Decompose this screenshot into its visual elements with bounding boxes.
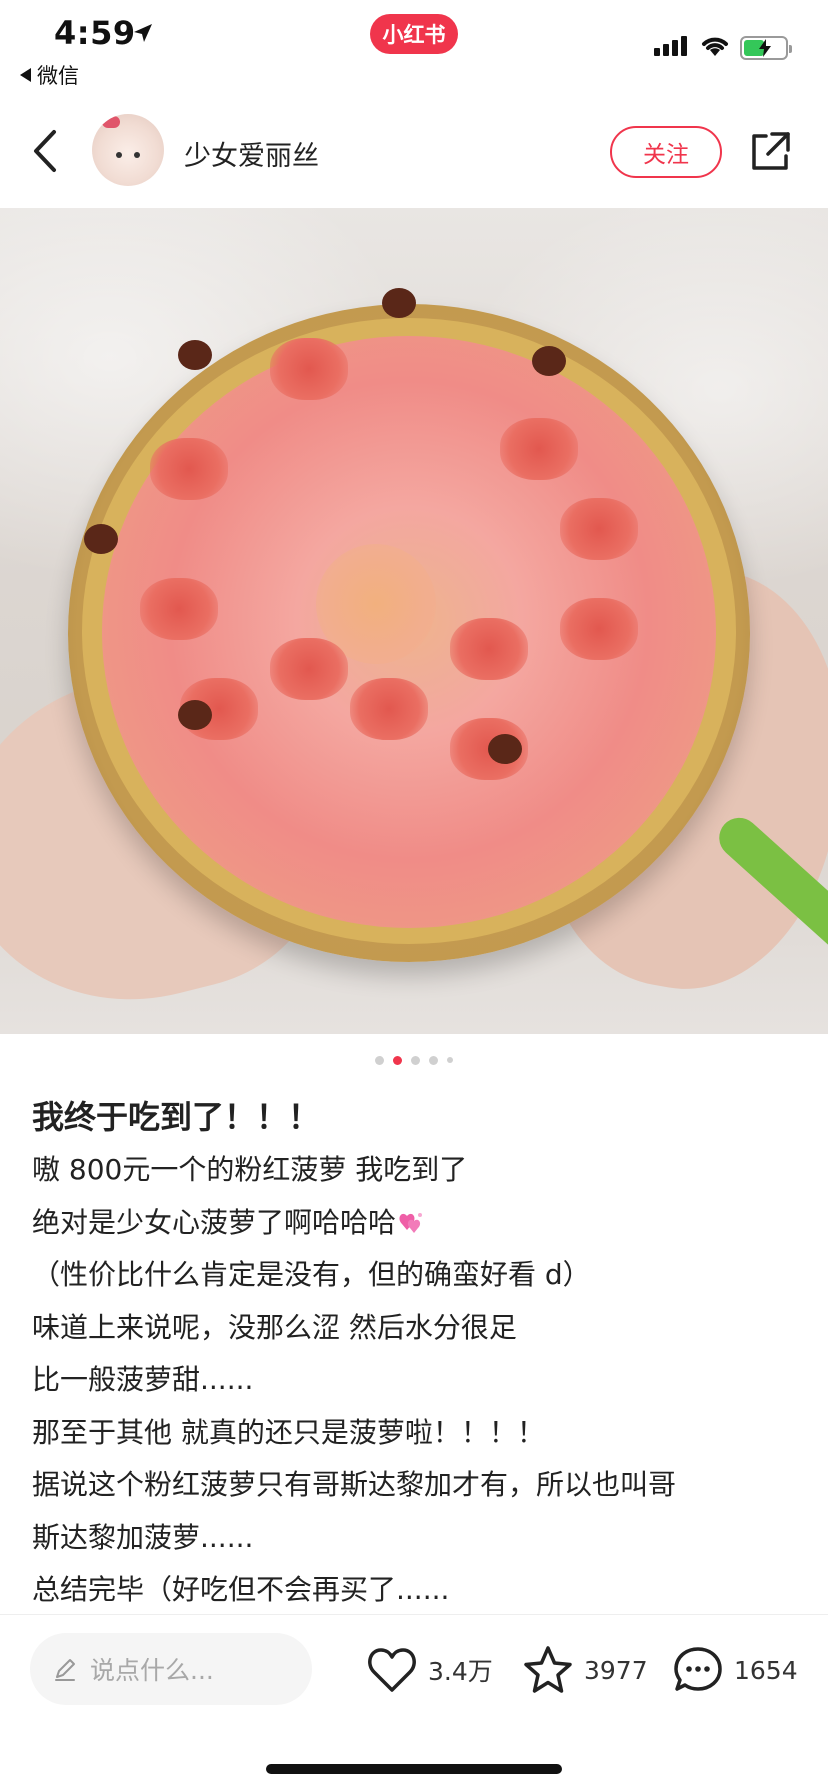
post-line: 那至于其他 就真的还只是菠萝啦！！！！ <box>32 1415 545 1449</box>
share-icon[interactable] <box>748 130 792 174</box>
comment-bubble-icon <box>674 1647 722 1691</box>
like-button[interactable]: 3.4万 <box>366 1643 493 1697</box>
carousel-dot <box>429 1055 438 1065</box>
post-line: 比一般菠萝甜...... <box>32 1363 254 1396</box>
heart-icon <box>368 1648 416 1692</box>
brand-logo: 小红书 <box>370 14 458 54</box>
back-to-app-button[interactable]: 微信 <box>20 60 79 90</box>
charging-bolt-icon <box>759 39 771 57</box>
like-count: 3.4万 <box>428 1657 493 1686</box>
back-triangle-icon <box>20 68 31 82</box>
username[interactable]: 少女爱丽丝 <box>184 134 319 173</box>
heart-emoji-icon <box>399 1212 423 1233</box>
post-content: 我终于吃到了！！！ 嗷 800元一个的粉红菠萝 我吃到了 绝对是少女心菠萝了啊哈… <box>32 1090 802 1617</box>
collect-count: 3977 <box>584 1655 648 1685</box>
carousel-dot <box>447 1057 453 1063</box>
post-image[interactable] <box>0 208 828 1034</box>
comment-input[interactable]: 说点什么... <box>30 1633 312 1705</box>
post-line: 斯达黎加菠萝...... <box>32 1520 254 1554</box>
post-line: （性价比什么肯定是没有，但的确蛮好看 d） <box>32 1258 591 1291</box>
comment-count: 1654 <box>734 1655 798 1685</box>
comment-placeholder: 说点什么... <box>90 1656 214 1685</box>
post-line-with-emoji: 绝对是少女心菠萝了啊哈哈哈 <box>32 1197 802 1250</box>
follow-button[interactable]: 关注 <box>610 126 722 178</box>
status-time: 4:59 <box>54 14 136 52</box>
carousel-indicator <box>0 1054 828 1066</box>
home-indicator[interactable] <box>266 1764 562 1774</box>
post-line: 味道上来说呢，没那么涩 然后水分很足 <box>32 1310 517 1344</box>
signal-icon <box>654 36 687 56</box>
carousel-dot <box>411 1055 420 1065</box>
location-arrow-icon <box>134 24 152 42</box>
star-icon <box>524 1646 572 1693</box>
comment-button[interactable]: 1654 <box>672 1643 798 1697</box>
bottom-action-bar: 说点什么... 3.4万 3977 1654 <box>0 1615 828 1725</box>
post-line: 据说这个粉红菠萝只有哥斯达黎加才有，所以也叫哥 <box>32 1468 677 1501</box>
post-line: 总结完毕（好吃但不会再买了...... <box>32 1573 450 1606</box>
post-line-text: 绝对是少女心菠萝了啊哈哈哈 <box>32 1205 397 1239</box>
back-app-label: 微信 <box>37 64 79 88</box>
post-line: 嗷 800元一个的粉红菠萝 我吃到了 <box>32 1153 468 1186</box>
status-bar: 4:59 微信 小红书 <box>0 0 828 96</box>
back-icon[interactable] <box>26 126 66 176</box>
avatar[interactable] <box>92 114 164 186</box>
collect-button[interactable]: 3977 <box>522 1643 648 1697</box>
wifi-icon <box>702 37 728 56</box>
battery-icon <box>740 36 792 60</box>
pencil-icon <box>55 1659 75 1681</box>
post-title: 我终于吃到了！！！ <box>32 1098 321 1136</box>
carousel-dot-active <box>393 1055 402 1065</box>
post-header: 少女爱丽丝 关注 <box>0 96 828 208</box>
carousel-dot <box>375 1055 384 1065</box>
